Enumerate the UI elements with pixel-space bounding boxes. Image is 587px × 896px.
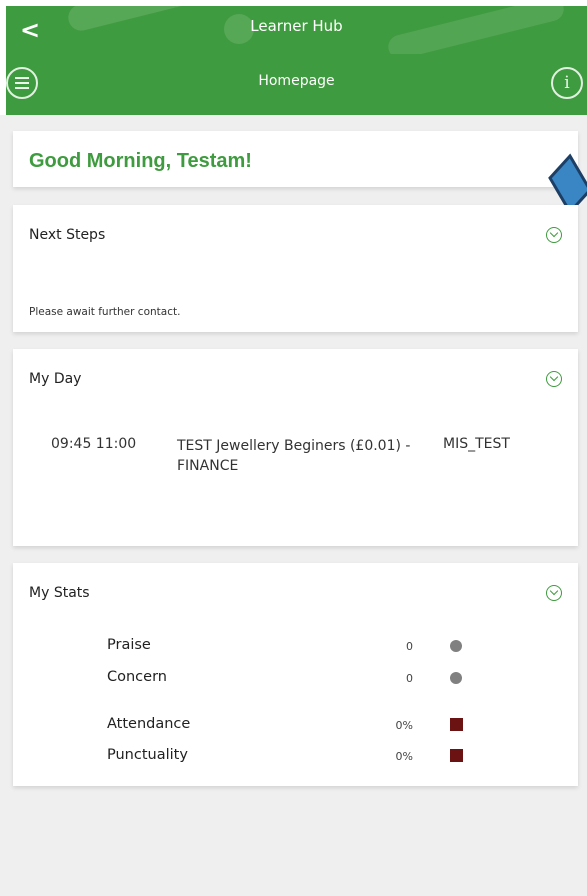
stat-value-concern: 0 xyxy=(406,672,413,685)
day-entry-times: 09:45 11:00 xyxy=(51,436,137,452)
my-stats-card: My Stats Praise 0 Concern 0 Attendance 0… xyxy=(13,563,578,786)
chevron-down-circle-icon[interactable] xyxy=(546,227,562,243)
my-day-card: My Day 09:45 11:00 TEST Jewellery Begine… xyxy=(13,349,578,546)
info-icon[interactable]: i xyxy=(551,67,583,99)
next-steps-card: Next Steps Please await further contact. xyxy=(13,205,578,332)
day-entry-code: MIS_TEST xyxy=(443,436,510,452)
stat-label-punctuality: Punctuality xyxy=(107,747,188,763)
next-steps-message: Please await further contact. xyxy=(29,306,181,318)
nav-bar: Homepage i xyxy=(6,54,587,115)
stat-label-attendance: Attendance xyxy=(107,716,191,732)
stat-value-praise: 0 xyxy=(406,640,413,653)
concern-indicator-dot xyxy=(450,672,462,684)
stat-label-praise: Praise xyxy=(107,637,151,653)
stat-value-attendance: 0% xyxy=(395,719,413,732)
app-title: Learner Hub xyxy=(250,17,343,35)
chevron-down-circle-icon[interactable] xyxy=(546,585,562,601)
page-title: Homepage xyxy=(258,73,335,89)
app-header: < Learner Hub Homepage i xyxy=(0,0,587,115)
my-day-title: My Day xyxy=(29,371,82,387)
praise-indicator-dot xyxy=(450,640,462,652)
next-steps-title: Next Steps xyxy=(29,227,106,243)
stat-value-punctuality: 0% xyxy=(395,750,413,763)
greeting-text: Good Morning, Testam! xyxy=(29,150,252,172)
my-stats-title: My Stats xyxy=(29,585,90,601)
stat-label-concern: Concern xyxy=(107,669,167,685)
punctuality-indicator-square xyxy=(450,749,463,762)
greeting-card: Good Morning, Testam! xyxy=(13,131,578,187)
day-entry-course: TEST Jewellery Beginers (£0.01) - FINANC… xyxy=(177,438,411,474)
chevron-down-circle-icon[interactable] xyxy=(546,371,562,387)
title-bar: < Learner Hub xyxy=(6,6,587,54)
attendance-indicator-square xyxy=(450,718,463,731)
